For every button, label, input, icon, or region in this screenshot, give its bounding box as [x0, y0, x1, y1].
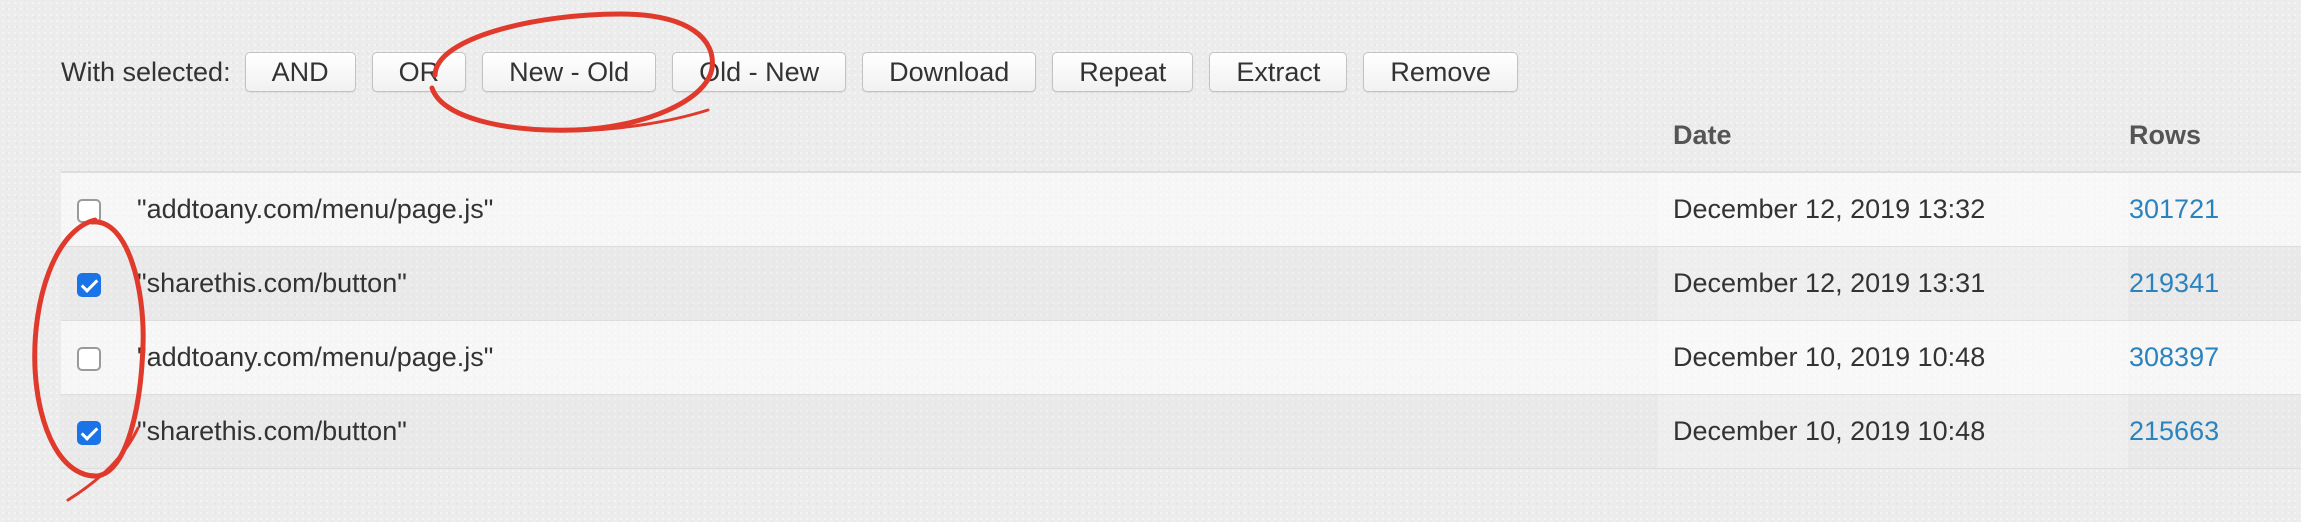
table-header: Date Rows	[61, 110, 2301, 173]
results-table: Date Rows "addtoany.com/menu/page.js" De…	[61, 110, 2301, 469]
rows-column-header: Rows	[2129, 120, 2202, 150]
old-minus-new-button[interactable]: Old - New	[672, 52, 847, 92]
query-text: "sharethis.com/button"	[137, 268, 407, 298]
table-row: "addtoany.com/menu/page.js" December 10,…	[61, 321, 2301, 395]
checkmark-icon	[80, 423, 99, 441]
rows-count-link[interactable]: 308397	[2129, 342, 2219, 373]
table-row: "addtoany.com/menu/page.js" December 12,…	[61, 173, 2301, 247]
date-text: December 10, 2019 10:48	[1673, 416, 1986, 446]
remove-button[interactable]: Remove	[1363, 52, 1518, 92]
row-checkbox[interactable]	[77, 421, 101, 445]
repeat-button[interactable]: Repeat	[1052, 52, 1194, 92]
row-checkbox[interactable]	[77, 273, 101, 297]
checkmark-icon	[80, 275, 99, 293]
table-row: "sharethis.com/button" December 10, 2019…	[61, 395, 2301, 469]
row-checkbox[interactable]	[77, 347, 101, 371]
date-text: December 10, 2019 10:48	[1673, 342, 1986, 372]
query-text: "addtoany.com/menu/page.js"	[137, 194, 494, 224]
date-text: December 12, 2019 13:32	[1673, 194, 1986, 224]
query-text: "sharethis.com/button"	[137, 416, 407, 446]
table-row: "sharethis.com/button" December 12, 2019…	[61, 247, 2301, 321]
query-text: "addtoany.com/menu/page.js"	[137, 342, 494, 372]
or-button[interactable]: OR	[371, 52, 467, 92]
date-text: December 12, 2019 13:31	[1673, 268, 1986, 298]
row-checkbox[interactable]	[77, 199, 101, 223]
rows-count-link[interactable]: 219341	[2129, 268, 2219, 299]
extract-button[interactable]: Extract	[1209, 52, 1348, 92]
date-column-header: Date	[1673, 120, 1732, 150]
bulk-action-toolbar: With selected: AND OR New - Old Old - Ne…	[61, 52, 1534, 92]
rows-count-link[interactable]: 301721	[2129, 194, 2219, 225]
with-selected-label: With selected:	[61, 56, 231, 87]
rows-count-link[interactable]: 215663	[2129, 416, 2219, 447]
and-button[interactable]: AND	[244, 52, 356, 92]
download-button[interactable]: Download	[862, 52, 1037, 92]
new-minus-old-button[interactable]: New - Old	[482, 52, 657, 92]
